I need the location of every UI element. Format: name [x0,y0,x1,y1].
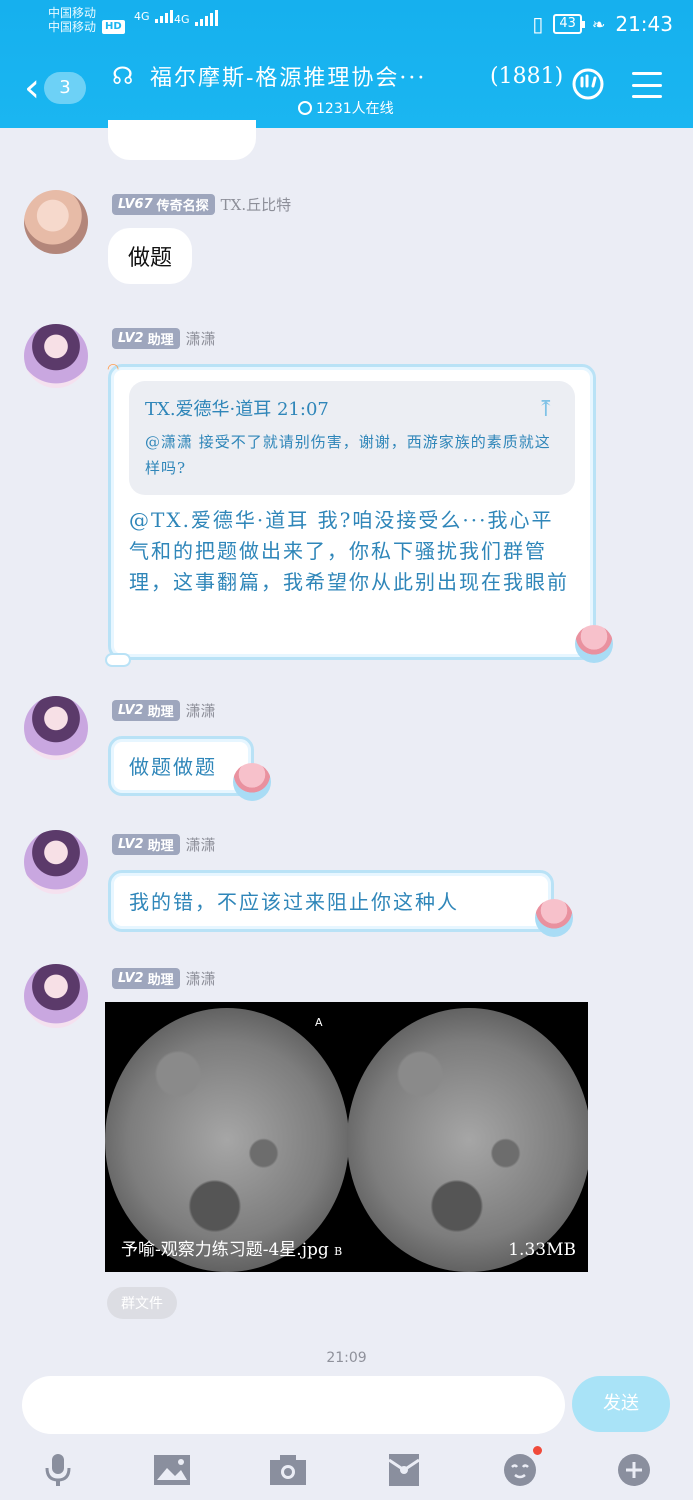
message-bubble[interactable]: 我的错，不应该过来阻止你这种人 [108,870,573,937]
battery-indicator: 43 [553,14,585,34]
cloud-decoration [105,653,131,667]
sender-name[interactable]: 潇潇 [186,968,216,989]
hand-gesture-icon[interactable] [572,68,604,100]
quote-header: TX.爱德华·道耳 21:07 [145,399,329,420]
image-file-size: 1.33MB [508,1240,576,1260]
rank-title: 助理 [147,973,174,988]
image-message[interactable]: A 予喻-观察力练习题-4星.jpg B 1.33MB [105,1002,588,1272]
chat-header: 中国移动 中国移动 HD 4G 4G ▯ 43 ❧ 21:43 ‹ 3 ☊ 福尔摩… [0,0,693,128]
level-badge: LV2 助理 [112,700,180,721]
rank-title: 助理 [147,705,174,720]
network-type-2: 4G [174,13,190,26]
input-toolbar [0,1440,693,1500]
online-count: 1231人在线 [316,101,394,117]
sender-info: LV2 助理 潇潇 [112,328,216,349]
moon-image-right [347,1008,588,1272]
chevron-left-icon: ‹ [24,65,40,111]
sender-info: LV2 助理 潇潇 [112,700,216,721]
online-icon [298,101,312,115]
image-filename: 予喻-观察力练习题-4星.jpg B [121,1240,343,1260]
vibrate-icon: ▯ [532,12,544,36]
hd-badge: HD [102,20,125,34]
unread-count: 3 [44,72,86,104]
camera-icon[interactable] [268,1450,308,1490]
avatar[interactable] [24,830,88,894]
message-text: 我的错，不应该过来阻止你这种人 [129,890,459,914]
sender-name[interactable]: 潇潇 [186,834,216,855]
level-badge: LV2 助理 [112,968,180,989]
rank-title: 传奇名探 [156,199,209,214]
message-text: @TX.爱德华·道耳 我?咱没接受么···我心平气和的把题做出来了，你私下骚扰我… [129,508,569,594]
moon-image-left [105,1008,349,1272]
avatar[interactable] [24,324,88,388]
group-files-tag[interactable]: 群文件 [107,1287,177,1319]
avatar[interactable] [24,190,88,254]
send-button[interactable]: 发送 [572,1376,670,1432]
avatar[interactable] [24,964,88,1028]
back-button[interactable]: ‹ 3 [24,68,86,108]
member-count: (1881) [490,64,564,89]
sender-name[interactable]: 潇潇 [186,700,216,721]
sender-info: LV2 助理 潇潇 [112,968,216,989]
notification-dot [533,1446,542,1455]
avatar[interactable] [24,696,88,760]
message-text: 做题做题 [129,755,217,779]
sender-info: LV2 助理 潇潇 [112,834,216,855]
clock: 21:43 [615,12,673,36]
jump-to-quote-icon[interactable]: ⤒ [537,397,555,422]
message-bubble[interactable]: 做题 [108,228,193,284]
carrier-info: 中国移动 中国移动 HD [48,6,125,34]
level-badge: LV67 传奇名探 [112,194,215,215]
rank-title: 助理 [147,333,174,348]
signal-2-icon: 4G [174,10,219,26]
signal-1-icon: 4G [134,10,174,23]
message-input[interactable] [22,1376,565,1434]
ear-icon[interactable]: ☊ [112,62,133,90]
rank-title: 助理 [147,839,174,854]
emoji-icon[interactable] [500,1446,542,1490]
image-label-a: A [315,1016,323,1029]
network-type-1: 4G [134,10,150,23]
menu-icon[interactable] [632,72,662,98]
level-badge: LV2 助理 [112,328,180,349]
level-badge: LV2 助理 [112,834,180,855]
sender-name[interactable]: 潇潇 [186,328,216,349]
red-packet-icon[interactable] [384,1450,424,1490]
sender-name[interactable]: TX.丘比特 [221,194,291,215]
online-status: 1231人在线 [298,98,394,118]
plus-icon[interactable] [614,1450,654,1490]
message-bubble[interactable]: 做题做题 [108,736,271,801]
sticker-icon [575,625,613,663]
rainbow-icon: ◠ [107,361,120,377]
mic-icon[interactable] [38,1450,78,1490]
carrier-1: 中国移动 [48,6,97,20]
carrier-2: 中国移动 [48,20,97,34]
group-title[interactable]: 福尔摩斯-格源推理协会··· [150,60,426,92]
sender-info: LV67 传奇名探 TX.丘比特 [112,194,291,215]
partial-message-bubble [108,120,256,160]
message-bubble[interactable]: ◠ TX.爱德华·道耳 21:07 @潇潇 接受不了就请别伤害，谢谢，西游家族的… [105,361,613,667]
timestamp: 21:09 [326,1350,367,1366]
status-right: ▯ 43 ❧ 21:43 [532,12,673,36]
leaf-icon: ❧ [591,14,606,34]
image-icon[interactable] [152,1450,192,1490]
sticker-icon [535,899,573,937]
quote-text: @潇潇 接受不了就请别伤害，谢谢，西游家族的素质就这样吗? [145,433,551,477]
sticker-icon [233,763,271,801]
quoted-message[interactable]: TX.爱德华·道耳 21:07 @潇潇 接受不了就请别伤害，谢谢，西游家族的素质… [129,381,575,495]
